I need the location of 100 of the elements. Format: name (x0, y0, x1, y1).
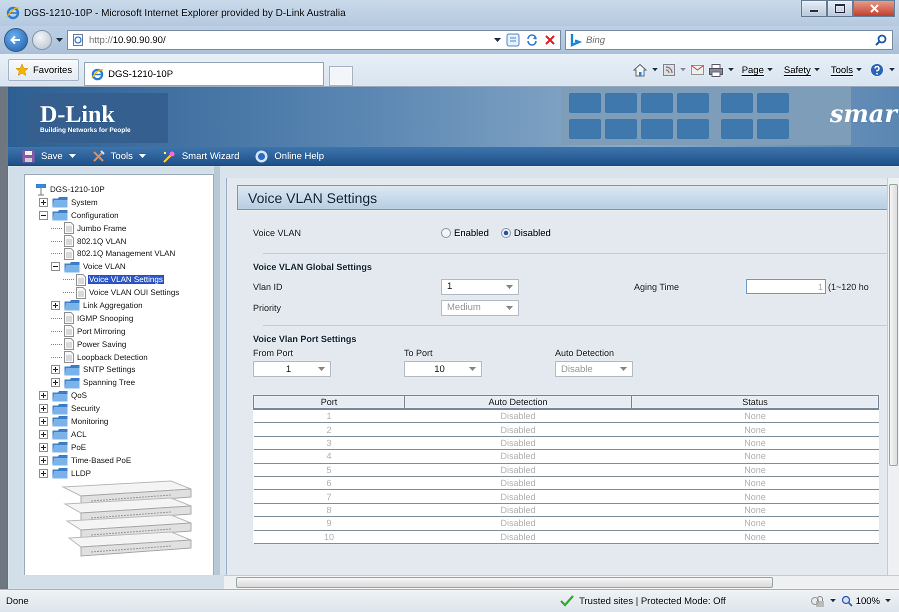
tree-item[interactable]: IGMP Snooping (76, 314, 134, 323)
compatibility-view-icon[interactable] (506, 33, 520, 47)
caret-icon[interactable] (885, 599, 891, 603)
radio-label[interactable]: Disabled (514, 228, 551, 238)
tree-item[interactable]: System (70, 198, 99, 207)
vlan-id-select[interactable]: 1 (441, 278, 519, 294)
tree-item[interactable]: Security (70, 404, 101, 414)
star-icon (15, 63, 29, 77)
table-cell: Disabled (404, 503, 632, 517)
menu-item[interactable]: Smart Wizard (156, 148, 246, 166)
tree-item[interactable]: Port Mirroring (76, 326, 126, 336)
home-icon[interactable] (632, 63, 647, 77)
help-icon[interactable] (870, 63, 884, 77)
zoom-button[interactable]: 100% (840, 595, 880, 607)
search-box[interactable]: Bing (565, 30, 893, 50)
command-menu[interactable]: Page (738, 64, 776, 76)
print-icon[interactable] (708, 64, 723, 76)
tree-item[interactable]: Monitoring (70, 416, 110, 426)
document-icon (76, 286, 86, 299)
expander-toggle[interactable] (39, 198, 48, 207)
browser-tab[interactable]: DGS-1210-10P (84, 62, 324, 86)
status-text: Done (6, 596, 29, 606)
table-cell: None (632, 409, 878, 423)
radio-button[interactable] (441, 228, 451, 238)
document-icon (76, 274, 86, 286)
close-button[interactable] (853, 0, 895, 17)
tree-item[interactable]: SNTP Settings (82, 365, 136, 374)
tree-item[interactable]: QoS (70, 391, 88, 400)
expander-toggle[interactable] (39, 210, 48, 220)
port-select[interactable]: 1 (253, 361, 331, 377)
table-cell: None (632, 463, 878, 476)
tree-item[interactable]: Voice VLAN OUI Settings (88, 288, 180, 298)
tree-item[interactable]: Power Saving (76, 340, 128, 349)
favorites-button[interactable]: Favorites (8, 59, 80, 81)
expander-toggle[interactable] (51, 378, 60, 388)
tree-item[interactable]: 802.1Q VLAN (76, 236, 128, 246)
table-cell: Disabled (404, 409, 632, 423)
logo-text: D-Link (40, 102, 115, 126)
browser-logo-icon (6, 6, 20, 20)
tree-item[interactable]: LLDP (70, 468, 92, 478)
field-label: Aging Time (634, 282, 680, 292)
menu-item[interactable]: Online Help (249, 148, 330, 166)
dropdown-caret-icon[interactable] (494, 38, 501, 42)
wand-icon (162, 150, 176, 163)
mail-icon[interactable] (690, 65, 704, 75)
tree-item[interactable]: Voice VLAN (82, 262, 127, 272)
maximize-button[interactable] (827, 0, 853, 17)
tree-item[interactable]: Spanning Tree (82, 378, 136, 388)
horizontal-scrollbar[interactable] (224, 575, 899, 589)
folder-icon (64, 299, 80, 312)
expander-toggle[interactable] (39, 430, 48, 439)
caret-icon[interactable] (728, 68, 734, 72)
menu-item[interactable]: Tools (86, 148, 152, 166)
back-button[interactable] (4, 28, 28, 52)
minimize-button[interactable] (801, 0, 827, 17)
tree-item[interactable]: Link Aggregation (82, 300, 144, 310)
stop-icon[interactable] (544, 34, 556, 46)
address-field[interactable]: http://10.90.90.90/ (67, 30, 561, 50)
menu-item[interactable]: Save (16, 148, 82, 166)
tree-item[interactable]: ACL (70, 430, 88, 439)
caret-icon[interactable] (652, 68, 658, 72)
table-cell: 3 (254, 436, 404, 450)
expander-toggle[interactable] (51, 365, 60, 374)
checkmark-icon (560, 595, 574, 607)
lock-icon[interactable] (810, 594, 825, 608)
tree-item[interactable]: Loopback Detection (76, 352, 149, 362)
tree-item[interactable]: Voice VLAN Settings (88, 275, 164, 284)
search-icon[interactable] (874, 33, 888, 47)
feeds-icon[interactable] (662, 64, 675, 76)
history-caret-icon[interactable] (56, 38, 63, 42)
field-label: Priority (253, 302, 282, 312)
security-zone: Trusted sites | Protected Mode: Off (579, 596, 726, 606)
caret-icon[interactable] (889, 68, 895, 72)
folder-icon (52, 415, 68, 428)
expander-toggle[interactable] (39, 391, 48, 400)
tree-item[interactable]: Jumbo Frame (76, 224, 128, 233)
radio-label[interactable]: Enabled (454, 228, 489, 238)
expander-toggle[interactable] (51, 262, 60, 272)
expander-toggle[interactable] (39, 456, 48, 465)
tree-item[interactable]: DGS-1210-10P (49, 184, 106, 194)
refresh-icon[interactable] (525, 33, 539, 47)
expander-toggle[interactable] (51, 300, 60, 310)
command-menu[interactable]: Safety (780, 64, 823, 76)
caret-icon[interactable] (830, 599, 836, 603)
port-select[interactable]: 10 (404, 361, 482, 377)
expander-toggle[interactable] (39, 468, 48, 478)
expander-toggle[interactable] (39, 442, 48, 452)
tree-item[interactable]: 802.1Q Management VLAN (76, 249, 176, 258)
tree-item[interactable]: Time-Based PoE (70, 456, 132, 465)
section-heading: Voice VLAN Global Settings (252, 262, 373, 272)
expander-toggle[interactable] (39, 404, 48, 414)
table-cell: Disabled (404, 476, 632, 490)
tree-item[interactable]: PoE (70, 442, 88, 452)
expander-toggle[interactable] (39, 416, 48, 426)
folder-icon (52, 402, 68, 415)
radio-button[interactable] (500, 228, 511, 238)
tree-item[interactable]: Configuration (70, 210, 120, 220)
vertical-scrollbar[interactable] (887, 178, 899, 575)
command-menu[interactable]: Tools (828, 64, 865, 76)
close-icon (870, 4, 878, 13)
